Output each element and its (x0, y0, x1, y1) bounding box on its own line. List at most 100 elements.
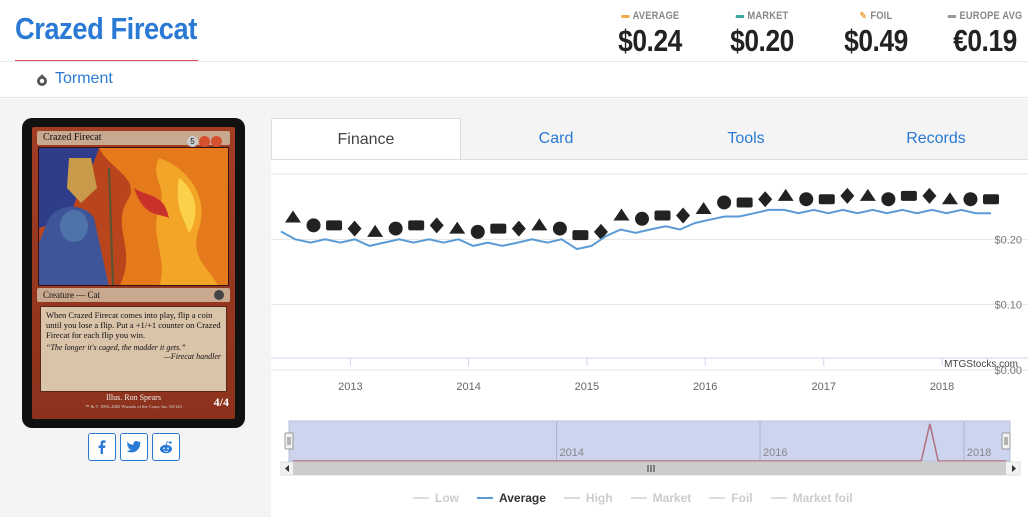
card-image[interactable]: Crazed Firecat 5 Creature — Cat When Cra… (22, 118, 245, 428)
set-release-marker-icon[interactable] (531, 218, 548, 231)
twitter-icon (127, 441, 141, 453)
set-release-marker-icon[interactable] (695, 202, 712, 214)
legend-item-foil[interactable]: Foil (709, 491, 753, 505)
navigator-handle-left[interactable] (284, 432, 294, 450)
card-type-bar: Creature — Cat (37, 288, 230, 302)
set-release-marker-icon[interactable] (449, 221, 466, 234)
set-release-marker-icon[interactable] (490, 223, 507, 234)
mana-red-icon (211, 136, 222, 147)
card-type: Creature — Cat (43, 290, 100, 300)
legend-item-market-foil[interactable]: Market foil (770, 491, 853, 505)
mana-generic: 5 (187, 136, 198, 147)
set-release-marker-icon[interactable] (859, 188, 876, 201)
legend-item-market[interactable]: Market (630, 491, 692, 505)
foil-icon: ✎ (859, 10, 867, 22)
set-release-marker-icon[interactable] (799, 192, 814, 207)
set-release-marker-icon[interactable] (347, 220, 362, 237)
mana-cost: 5 (187, 136, 222, 147)
legend-label: High (585, 491, 613, 505)
legend-swatch (630, 497, 647, 499)
price-average: AVERAGE $0.24 (610, 10, 690, 59)
card-flavor-attribution: —Firecat handler (163, 352, 221, 361)
reddit-share-button[interactable] (152, 433, 180, 461)
price-label: MARKET (747, 10, 789, 22)
set-release-marker-icon[interactable] (840, 187, 855, 204)
set-release-marker-icon[interactable] (408, 220, 425, 231)
tab-finance[interactable]: Finance (271, 118, 461, 160)
set-release-marker-icon[interactable] (654, 210, 671, 221)
price-europe-avg: EUROPE AVG €0.19 (940, 10, 1028, 59)
set-release-marker-icon[interactable] (388, 221, 403, 236)
facebook-share-button[interactable] (88, 433, 116, 461)
finance-panel: $0.20 $0.10 $0.00 MTGStocks.com 2013 2014 2015… (271, 159, 1028, 517)
set-release-marker-icon[interactable] (470, 224, 485, 239)
legend-swatch (477, 497, 493, 499)
set-release-marker-icon[interactable] (922, 187, 937, 204)
card-art (38, 147, 229, 286)
set-release-marker-icon[interactable] (511, 220, 526, 237)
set-release-marker-icon[interactable] (900, 190, 917, 201)
price-label: FOIL (870, 10, 893, 22)
navigator-label: 2014 (560, 447, 584, 459)
set-release-marker-icon[interactable] (941, 192, 958, 205)
market-swatch (735, 14, 745, 18)
set-release-marker-icon[interactable] (367, 224, 384, 237)
card-artist: Illus. Ron Spears (106, 393, 161, 402)
page-title: Crazed Firecat (15, 11, 197, 46)
set-release-marker-icon[interactable] (777, 188, 794, 201)
legend-label: Average (499, 491, 546, 505)
navigator-label: 2016 (763, 447, 787, 459)
card-textbox: When Crazed Firecat comes into play, fli… (40, 306, 227, 392)
price-label: EUROPE AVG (959, 10, 1023, 22)
set-release-marker-icon[interactable] (593, 223, 608, 240)
price-label: AVERAGE (632, 10, 680, 22)
set-release-marker-icon[interactable] (306, 218, 321, 233)
navigator-handle-right[interactable] (1001, 432, 1011, 450)
price-market: MARKET $0.20 (722, 10, 802, 59)
set-release-marker-icon[interactable] (758, 191, 773, 208)
price-chart[interactable]: $0.20$0.10$0.00MTGStocks.com2013 2014 2015… (271, 160, 1028, 485)
twitter-share-button[interactable] (120, 433, 148, 461)
card-copyright: ™ & © 1993–2002 Wizards of the Coast, In… (85, 404, 182, 409)
tab-tools[interactable]: Tools (651, 118, 841, 160)
price-value: $0.24 (618, 23, 682, 58)
card-name-bar: Crazed Firecat 5 (37, 131, 230, 147)
legend-label: Low (435, 491, 459, 505)
price-value: $0.20 (730, 23, 794, 58)
set-release-marker-icon[interactable] (818, 194, 835, 205)
set-release-marker-icon[interactable] (552, 221, 567, 236)
set-release-marker-icon[interactable] (881, 192, 896, 207)
legend-item-high[interactable]: High (563, 491, 613, 505)
set-release-marker-icon[interactable] (983, 194, 999, 205)
legend-label: Market (652, 491, 692, 505)
card-name: Crazed Firecat (43, 132, 102, 143)
page-header: Crazed Firecat AVERAGE $0.24 MARKET $0.2… (0, 0, 1028, 62)
tab-card[interactable]: Card (461, 118, 651, 160)
set-release-marker-icon[interactable] (635, 211, 649, 226)
x-tick-label: 2016 (693, 381, 717, 393)
set-release-marker-icon[interactable] (326, 220, 343, 231)
set-symbol-icon (214, 290, 224, 300)
set-release-marker-icon[interactable] (676, 207, 691, 224)
tab-records[interactable]: Records (841, 118, 1028, 160)
legend-item-low[interactable]: Low (413, 491, 459, 505)
set-release-marker-icon[interactable] (717, 195, 732, 210)
set-release-marker-icon[interactable] (613, 208, 630, 221)
set-link[interactable]: Torment (55, 70, 113, 88)
set-row: Torment (0, 62, 1028, 98)
set-release-marker-icon[interactable] (736, 197, 753, 208)
tab-bar: Finance Card Tools Records (271, 118, 1028, 160)
legend-label: Foil (731, 491, 753, 505)
x-tick-label: 2013 (338, 381, 362, 393)
scrollbar-thumb[interactable] (293, 462, 1006, 475)
set-release-marker-icon[interactable] (285, 210, 301, 223)
average-swatch (620, 14, 630, 18)
main-content: Crazed Firecat 5 Creature — Cat When Cra… (0, 99, 1028, 517)
set-release-marker-icon[interactable] (963, 192, 978, 207)
card-frame: Crazed Firecat 5 Creature — Cat When Cra… (32, 127, 235, 419)
legend-item-average[interactable]: Average (477, 491, 546, 505)
set-release-marker-icon[interactable] (572, 230, 589, 241)
legend-swatch (413, 497, 429, 499)
legend-label: Market foil (792, 491, 853, 505)
set-release-marker-icon[interactable] (429, 217, 444, 234)
